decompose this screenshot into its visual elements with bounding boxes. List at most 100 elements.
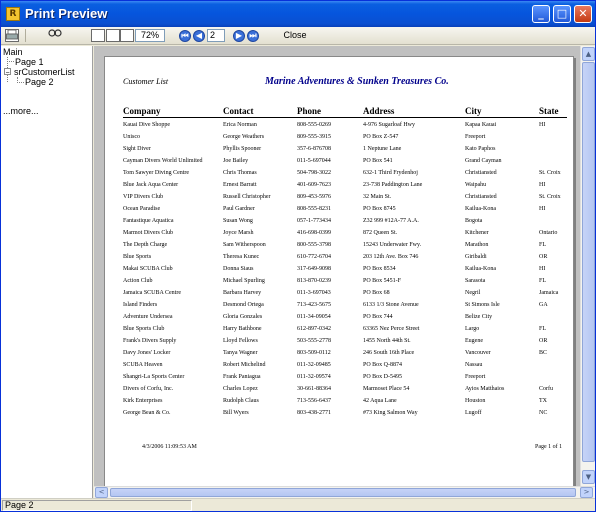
minimize-button[interactable]: _ [532,5,550,23]
table-cell: 246 South 16th Place [363,350,415,356]
scroll-right-button[interactable]: > [580,487,593,498]
header-rule [123,117,567,118]
table-cell: TX [539,398,547,404]
table-row: Fantastique Aquatica Susan Wong 057-1-7734… [105,217,575,227]
table-row: Sight Diver Phyllis Spooner 357-6-876708 1 … [105,145,575,155]
table-cell: Susan Wong [223,218,253,224]
table-cell: BC [539,350,548,356]
title-bar[interactable]: R Print Preview _ □ ✕ [1,1,595,27]
table-cell: 1455 North 44th St. [363,338,411,344]
table-cell: 30-661-88364 [297,386,331,392]
tree-item-page-1[interactable]: Page 1 [15,57,44,67]
table-cell: PO Box 541 [363,158,393,164]
table-cell: Z32 999 #12A-77 A.A. [363,218,419,224]
table-cell: Erica Norman [223,122,257,128]
table-cell: Michael Spurling [223,278,265,284]
table-cell: Frank's Divers Supply [123,338,177,344]
find-icon[interactable] [47,27,63,42]
first-page-icon[interactable]: ⏮ [179,30,191,42]
table-cell: 057-1-773434 [297,218,331,224]
table-cell: Phyllis Spooner [223,146,262,152]
table-cell: 504-798-3022 [297,170,331,176]
table-cell: Frank Paniagua [223,374,261,380]
table-cell: Eugene [465,338,483,344]
table-cell: George Bean & Co. [123,410,171,416]
table-row: Tom Sawyer Diving Centre Chris Thomas 504-… [105,169,575,179]
table-cell: Houston [465,398,486,404]
tree-expander[interactable]: − [4,68,11,77]
table-cell: 63365 Nez Perce Street [363,326,420,332]
table-cell: Sarasota [465,278,486,284]
table-cell: Gloria Gonzales [223,314,263,320]
table-cell: PO Box 8534 [363,266,396,272]
scroll-down-button[interactable]: ▼ [582,470,595,484]
column-header-phone: Phone [297,106,322,116]
table-cell: SCUBA Heaven [123,362,163,368]
preview-area[interactable]: Customer List Marine Adventures & Sunken… [94,46,595,486]
table-cell: Action Club [123,278,153,284]
table-cell: Adventure Undersea [123,314,173,320]
table-cell: Largo [465,326,480,332]
table-cell: Corfu [539,386,553,392]
last-page-icon[interactable]: ⏭ [247,30,259,42]
tree-item-page-2[interactable]: Page 2 [25,77,54,87]
table-cell: 6133 1/3 Stone Avenue [363,302,419,308]
table-cell: St. Croix [539,194,561,200]
table-cell: PO Box 68 [363,290,390,296]
table-cell: 632-1 Third Frydenhoj [363,170,418,176]
table-cell: Bill Wyers [223,410,249,416]
table-row: Davy Jones' Locker Tanya Wagner 803-509-01… [105,349,575,359]
table-cell: Charles Lopez [223,386,258,392]
table-cell: Shangri-La Sports Center [123,374,185,380]
table-cell: 1 Neptune Lane [363,146,402,152]
horizontal-scrollbar[interactable]: < > [94,486,595,498]
vertical-scrollbar[interactable]: ▲ ▼ [580,46,595,486]
table-cell: 4-976 Sugarloaf Hwy [363,122,415,128]
table-cell: Marmot Divers Club [123,230,173,236]
page-number-input[interactable]: 2 [207,29,225,42]
table-row: Adventure Undersea Gloria Gonzales 011-34-… [105,313,575,323]
table-cell: 503-555-2778 [297,338,331,344]
footer-page-count: Page 1 of 1 [535,444,563,450]
next-page-icon[interactable]: ▶ [233,30,245,42]
table-cell: 15243 Underwater Fwy. [363,242,422,248]
table-cell: 872 Queen St. [363,230,398,236]
vertical-scroll-thumb[interactable] [582,62,595,462]
maximize-button[interactable]: □ [553,5,571,23]
tree-more-link[interactable]: ...more... [3,106,39,116]
horizontal-scroll-thumb[interactable] [110,488,576,497]
column-header-contact: Contact [223,106,254,116]
table-cell: 32 Main St. [363,194,392,200]
single-page-icon[interactable] [91,29,105,42]
table-cell: HI [539,182,546,188]
table-cell: 800-555-3798 [297,242,331,248]
table-cell: PO Box 744 [363,314,393,320]
close-window-button[interactable]: ✕ [574,5,592,23]
table-cell: Paul Gardner [223,206,255,212]
tree-root[interactable]: Main [3,47,23,57]
tree-item-section[interactable]: srCustomerList [14,67,75,77]
table-cell: Grand Cayman [465,158,502,164]
table-cell: Barbara Harvey [223,290,262,296]
table-cell: HI [539,266,546,272]
window-title: Print Preview [25,6,108,21]
multi-page-icon[interactable] [106,29,120,42]
prev-page-icon[interactable]: ◀ [193,30,205,42]
table-cell: 401-609-7623 [297,182,331,188]
table-cell: 011-34-09054 [297,314,331,320]
print-icon[interactable] [5,29,19,42]
table-cell: 357-6-876708 [297,146,331,152]
table-cell: PO Box Q-8874 [363,362,403,368]
scroll-up-button[interactable]: ▲ [582,47,595,61]
scroll-left-button[interactable]: < [95,487,108,498]
table-cell: Joyce Marsh [223,230,254,236]
table-cell: Negril [465,290,481,296]
zoom-combo[interactable]: 72% [135,29,165,42]
table-cell: 803-438-2771 [297,410,331,416]
table-row: Makai SCUBA Club Donna Siaus 317-649-9098 P… [105,265,575,275]
table-cell: Nassau [465,362,483,368]
table-cell: Makai SCUBA Club [123,266,173,272]
column-header-company: Company [123,106,161,116]
zoom-icon[interactable] [120,29,134,42]
close-preview-button[interactable]: Close [279,29,311,42]
